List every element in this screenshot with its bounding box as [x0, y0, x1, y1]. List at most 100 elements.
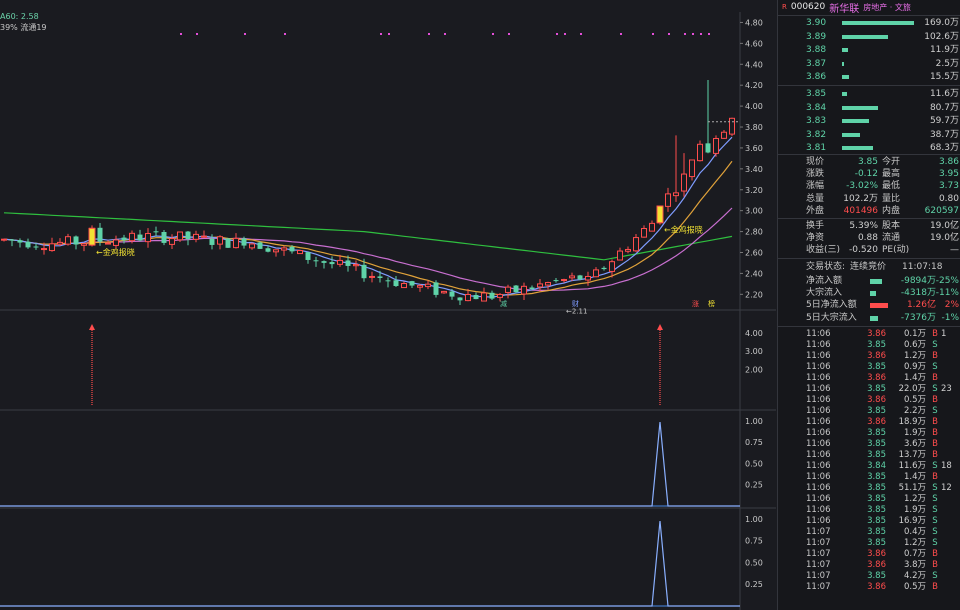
candle-body: [41, 248, 47, 251]
book-level[interactable]: 3.81 68.3万: [778, 142, 960, 154]
book-level[interactable]: 3.89 102.6万: [778, 31, 960, 43]
tick-side: B: [932, 373, 938, 383]
stock-header: R 000620 新华联 房地产 · 文旅: [778, 0, 960, 15]
kline-chart[interactable]: 4.80 4.60 4.40 4.20 4.00 3.80 3.60 3.40 3.20 3.00…: [0, 0, 776, 610]
candle-body: [305, 252, 311, 260]
book-level[interactable]: 3.84 80.7万: [778, 102, 960, 114]
tick-row: 11:07 3.86 0.7万 B: [778, 549, 960, 560]
candle-body: [721, 131, 727, 139]
tick-price: 3.86: [867, 395, 886, 405]
y-tick-label: 3.60: [745, 144, 763, 153]
candle-body: [105, 242, 111, 245]
signal-label: ←金鸡报晓: [664, 225, 703, 235]
flow-percent: -25%: [935, 276, 959, 286]
event-marker: 榜: [708, 299, 715, 308]
y-tick-label: 4.40: [745, 60, 763, 69]
candle-body: [649, 222, 655, 232]
book-level[interactable]: 3.90 169.0万: [778, 17, 960, 29]
book-level[interactable]: 3.87 2.5万: [778, 58, 960, 70]
r-mark: R: [782, 3, 787, 11]
candle-body: [385, 280, 391, 282]
y-tick-label: 4.00: [745, 102, 763, 111]
book-level[interactable]: 3.85 11.6万: [778, 88, 960, 100]
candle-body: [337, 259, 343, 265]
tick-side: B: [932, 351, 938, 361]
level-volume: 11.9万: [929, 45, 959, 56]
tick-time: 11:07: [806, 538, 831, 548]
candle-body: [457, 297, 463, 301]
candle-body: [585, 275, 591, 281]
tick-price: 3.85: [867, 527, 886, 537]
tick-volume: 0.9万: [903, 362, 926, 372]
signal-dot: [708, 33, 710, 35]
tick-price: 3.86: [867, 560, 886, 570]
tick-row: 11:06 3.85 0.9万 S: [778, 362, 960, 373]
candle-body: [297, 250, 303, 255]
info-row: 总量 102.2万 量比 0.80: [778, 194, 960, 205]
info-value: 19.0亿: [929, 233, 959, 244]
candle-body: [401, 283, 407, 289]
candle-body: [137, 234, 143, 241]
candle-body: [673, 192, 679, 197]
book-level[interactable]: 3.83 59.7万: [778, 115, 960, 127]
info-key: 最低: [882, 181, 901, 192]
candle-body: [17, 240, 23, 243]
info-row: 换手 5.39% 股本 19.0亿: [778, 221, 960, 232]
tick-volume: 3.6万: [903, 439, 926, 449]
candle-body: [121, 237, 127, 241]
candle-body: [665, 193, 671, 207]
info-value: 0.88: [857, 233, 878, 244]
info-value: -3.02%: [846, 181, 878, 192]
tick-volume: 22.0万: [898, 384, 926, 394]
tick-time: 11:07: [806, 527, 831, 537]
book-level[interactable]: 3.82 38.7万: [778, 129, 960, 141]
flow-value: 1.26亿: [906, 300, 936, 311]
info-key: 现价: [806, 157, 825, 167]
tick-time: 11:06: [806, 384, 831, 394]
level-volume: 15.5万: [929, 72, 959, 83]
candle-body: [345, 260, 351, 266]
candle-body: [497, 293, 503, 298]
candle-body: [577, 275, 583, 280]
tick-row: 11:07 3.86 3.8万 B: [778, 560, 960, 571]
stock-name[interactable]: 新华联: [829, 0, 859, 15]
tick-volume: 4.2万: [903, 571, 926, 581]
tick-row: 11:06 3.85 51.1万 S 12: [778, 483, 960, 494]
tick-row: 11:06 3.85 16.9万 S: [778, 516, 960, 527]
info-key: 今开: [882, 157, 901, 167]
book-level[interactable]: 3.86 15.5万: [778, 71, 960, 83]
tick-side: S: [932, 461, 938, 471]
tick-price: 3.85: [867, 428, 886, 438]
flow-bar: [870, 291, 876, 297]
tick-count: 12: [941, 483, 952, 493]
candle-body: [185, 231, 191, 240]
tick-time: 11:06: [806, 351, 831, 361]
tick-row: 11:06 3.85 1.9万 S: [778, 505, 960, 516]
tick-volume: 0.5万: [903, 582, 926, 592]
info-key: 涨幅: [806, 181, 825, 192]
y-tick-label: 0.75: [745, 537, 763, 546]
tick-price: 3.86: [867, 417, 886, 427]
info-row: 收益(三) -0.520 PE(动) —: [778, 245, 960, 256]
candle-body: [289, 246, 295, 252]
info-row: 现价 3.85 今开 3.86: [778, 157, 960, 168]
stock-code[interactable]: 000620: [791, 2, 825, 12]
tick-price: 3.85: [867, 516, 886, 526]
info-value: 401496: [843, 205, 878, 216]
level-volume-bar: [842, 92, 847, 96]
candle-body: [641, 228, 647, 238]
event-marker: 减: [500, 299, 507, 308]
tick-side: S: [932, 384, 938, 394]
signal-dot: [388, 33, 390, 35]
y-tick-label: 0.75: [745, 438, 763, 447]
signal-dot: [684, 33, 686, 35]
candle-body: [697, 143, 703, 162]
book-level[interactable]: 3.88 11.9万: [778, 44, 960, 56]
info-key: 总量: [806, 193, 825, 204]
tick-volume: 0.4万: [903, 527, 926, 537]
ma-legend: A60: 2.58: [0, 12, 39, 21]
signal-dot: [380, 33, 382, 35]
signal-dot: [444, 33, 446, 35]
candle-body: [521, 285, 527, 295]
candle-body: [369, 275, 375, 278]
